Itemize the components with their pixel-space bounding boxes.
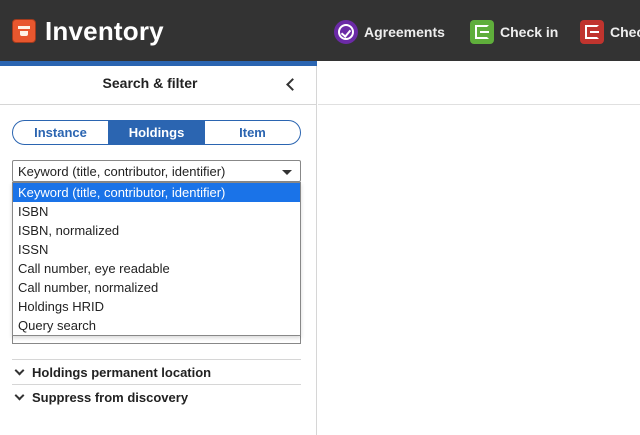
agreements-icon <box>334 20 358 44</box>
segment-holdings[interactable]: Holdings <box>108 121 204 144</box>
check-in-icon <box>470 20 494 44</box>
nav-item-label: Check in <box>500 24 559 40</box>
dropdown-option[interactable]: Holdings HRID <box>13 297 300 316</box>
search-option-select[interactable]: Keyword (title, contributor, identifier) <box>12 160 301 182</box>
chevron-down-icon <box>14 365 25 376</box>
chevron-down-icon <box>14 390 25 401</box>
filter-holdings-permanent-location[interactable]: Holdings permanent location <box>12 359 301 384</box>
pane-header: Search & filter <box>0 66 316 105</box>
pane-title: Search & filter <box>102 75 198 91</box>
nav-item-label: Agreements <box>364 24 445 40</box>
segment-instance[interactable]: Instance <box>13 121 108 144</box>
filter-label: Suppress from discovery <box>32 389 189 405</box>
nav-item-check-in[interactable]: Check in <box>470 20 558 44</box>
check-out-icon <box>580 20 604 44</box>
search-option-dropdown: Keyword (title, contributor, identifier)… <box>12 182 301 336</box>
app-title[interactable]: Inventory <box>45 16 164 47</box>
filter-suppress-from-discovery[interactable]: Suppress from discovery <box>12 384 301 409</box>
nav-item-check-out[interactable]: Chec <box>580 20 640 44</box>
nav-item-agreements[interactable]: Agreements <box>334 20 445 44</box>
dropdown-option[interactable]: ISBN <box>13 202 300 221</box>
dropdown-option[interactable]: Keyword (title, contributor, identifier) <box>13 183 300 202</box>
dropdown-option[interactable]: Query search <box>13 316 300 335</box>
filter-label: Holdings permanent location <box>32 364 212 380</box>
nav-item-label: Chec <box>610 24 640 40</box>
dropdown-option[interactable]: ISBN, normalized <box>13 221 300 240</box>
top-navigation-bar: Inventory Agreements Check in Chec <box>0 0 640 61</box>
inventory-app-icon[interactable] <box>12 19 36 43</box>
dropdown-option[interactable]: ISSN <box>13 240 300 259</box>
dropdown-option[interactable]: Call number, normalized <box>13 278 300 297</box>
segment-control: Instance Holdings Item <box>12 120 301 145</box>
results-pane-header <box>318 61 640 105</box>
results-pane <box>318 61 640 435</box>
segment-item[interactable]: Item <box>204 121 300 144</box>
search-option-value: Keyword (title, contributor, identifier) <box>18 164 226 179</box>
dropdown-option[interactable]: Call number, eye readable <box>13 259 300 278</box>
search-filter-pane: Search & filter Instance Holdings Item K… <box>0 61 317 435</box>
chevron-down-icon <box>282 170 292 175</box>
